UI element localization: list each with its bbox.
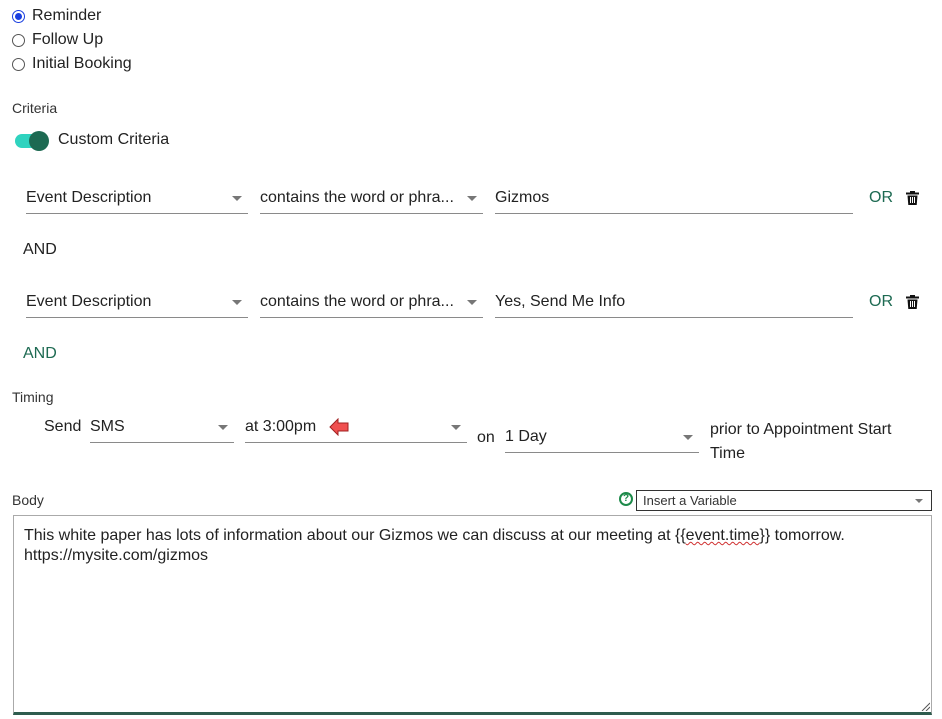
help-circle-icon[interactable]: ? <box>619 492 633 506</box>
input-value: Gizmos <box>495 189 550 206</box>
custom-criteria-toggle[interactable] <box>15 131 49 151</box>
send-label: Send <box>44 418 82 435</box>
offset-select[interactable]: 1 Day <box>505 419 699 453</box>
rule-1-value-input[interactable]: Gizmos <box>495 180 853 214</box>
body-label: Body <box>12 492 44 508</box>
chevron-down-icon <box>218 425 228 430</box>
body-textarea[interactable]: This white paper has lots of information… <box>13 515 932 715</box>
radio-follow-up[interactable]: Follow Up <box>12 30 103 50</box>
rule-1-operator-select[interactable]: contains the word or phra... <box>260 180 483 214</box>
rule-1-field-select[interactable]: Event Description <box>26 180 248 214</box>
radio-button-checked[interactable] <box>12 9 25 23</box>
body-text-part: This white paper has lots of information… <box>24 527 686 544</box>
rule-2-value-input[interactable]: Yes, Send Me Info <box>495 284 853 318</box>
body-text: This white paper has lots of information… <box>24 526 845 566</box>
select-value: contains the word or phra... <box>260 293 454 310</box>
chevron-down-icon <box>467 196 477 201</box>
custom-criteria-label: Custom Criteria <box>58 131 170 148</box>
radio-button[interactable] <box>12 33 25 47</box>
time-select[interactable]: at 3:00pm <box>245 409 467 443</box>
select-value: Insert a Variable <box>643 493 737 508</box>
on-label: on <box>477 429 495 446</box>
select-value: Event Description <box>26 189 152 206</box>
chevron-down-icon <box>232 300 242 305</box>
select-value: contains the word or phra... <box>260 189 454 206</box>
red-arrow-left-icon <box>329 418 349 436</box>
timing-label: Timing <box>12 389 54 405</box>
rule-1-or-button[interactable]: OR <box>869 189 893 207</box>
chevron-down-icon <box>451 425 461 430</box>
chevron-down-icon <box>467 300 477 305</box>
and-separator: AND <box>23 241 57 258</box>
radio-reminder[interactable]: Reminder <box>12 6 101 26</box>
radio-button[interactable] <box>12 57 25 71</box>
toggle-knob <box>29 131 49 151</box>
body-variable: event.time <box>685 527 760 544</box>
select-value: SMS <box>90 418 125 435</box>
radio-label: Follow Up <box>32 31 104 48</box>
timing-suffix: prior to Appointment Start Time <box>710 421 892 462</box>
rule-2-operator-select[interactable]: contains the word or phra... <box>260 284 483 318</box>
radio-label: Initial Booking <box>32 55 132 72</box>
input-value: Yes, Send Me Info <box>495 293 626 310</box>
criteria-label: Criteria <box>12 100 58 116</box>
radio-initial-booking[interactable]: Initial Booking <box>12 54 132 74</box>
select-value: 1 Day <box>505 428 547 445</box>
insert-variable-select[interactable]: Insert a Variable <box>636 490 932 511</box>
chevron-down-icon <box>232 196 242 201</box>
chevron-down-icon <box>915 499 923 503</box>
select-value: Event Description <box>26 293 152 310</box>
rule-2-or-button[interactable]: OR <box>869 293 893 311</box>
trash-icon[interactable] <box>906 191 919 205</box>
radio-label: Reminder <box>32 7 102 24</box>
add-and-button[interactable]: AND <box>23 345 57 363</box>
resize-handle-icon[interactable] <box>920 701 930 711</box>
channel-select[interactable]: SMS <box>90 409 234 443</box>
chevron-down-icon <box>683 435 693 440</box>
rule-2-field-select[interactable]: Event Description <box>26 284 248 318</box>
trash-icon[interactable] <box>906 295 919 309</box>
select-value: at 3:00pm <box>245 418 317 435</box>
